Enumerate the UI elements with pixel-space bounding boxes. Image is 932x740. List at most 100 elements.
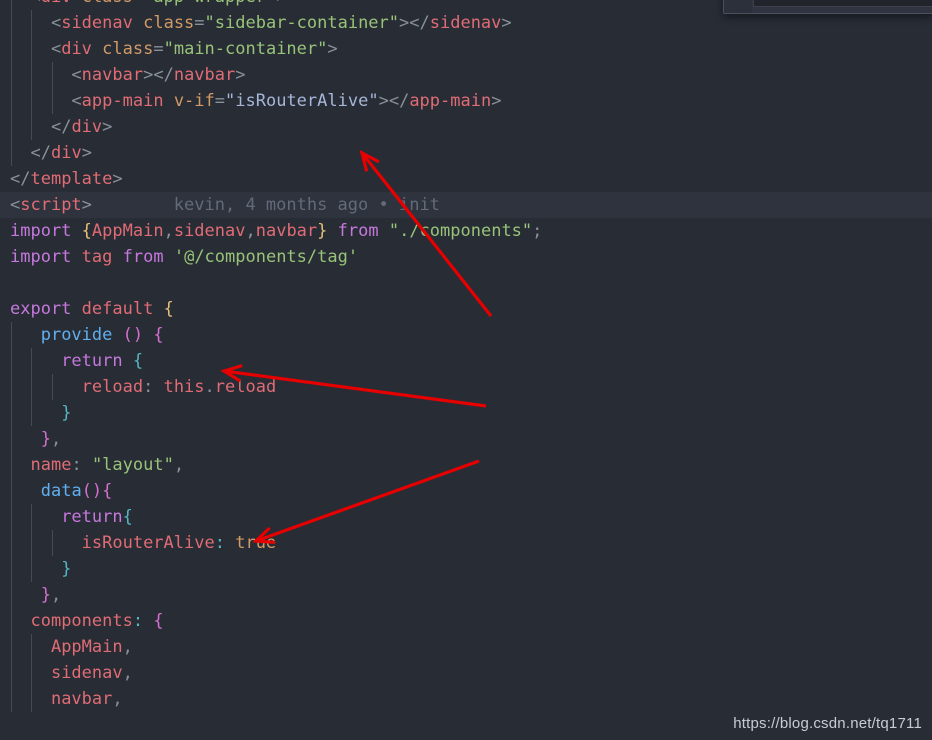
- code-token: =: [214, 91, 226, 111]
- code-token: >: [102, 117, 113, 137]
- code-line[interactable]: },: [0, 426, 932, 452]
- code-token: ": [368, 91, 379, 111]
- code-token: <: [10, 195, 21, 215]
- code-token: <: [50, 13, 62, 33]
- code-token: :: [214, 533, 225, 553]
- code-line[interactable]: },: [0, 582, 932, 608]
- code-token: export: [10, 299, 72, 319]
- indent-guide: [31, 660, 33, 686]
- code-line[interactable]: provide () {: [0, 322, 932, 348]
- code-line[interactable]: <div class="app-wrapper">: [0, 0, 932, 10]
- code-token: {: [122, 507, 133, 527]
- code-token: (): [122, 325, 144, 345]
- code-token: :: [132, 611, 144, 631]
- code-line[interactable]: import {AppMain,sidenav,navbar} from "./…: [0, 218, 932, 244]
- code-token: </: [50, 117, 72, 137]
- code-line[interactable]: AppMain,: [0, 634, 932, 660]
- code-line[interactable]: navbar,: [0, 686, 932, 712]
- code-token: components: [30, 611, 133, 631]
- code-line[interactable]: }: [0, 556, 932, 582]
- code-token: return: [61, 507, 123, 527]
- indent-guide: [11, 686, 12, 712]
- code-line[interactable]: import tag from '@/components/tag': [0, 244, 932, 270]
- code-token: div: [41, 0, 72, 7]
- code-token: {: [153, 611, 164, 631]
- code-token: }: [317, 221, 328, 241]
- code-line[interactable]: </div>: [0, 140, 932, 166]
- code-token: reload: [81, 377, 144, 397]
- code-token: >: [501, 13, 512, 33]
- indent-guide: [31, 556, 33, 582]
- code-token: ,: [122, 663, 133, 683]
- code-line[interactable]: export default {: [0, 296, 932, 322]
- indent-guide: [31, 634, 33, 660]
- code-editor-text[interactable]: <div class="app-wrapper"> < sidenav class…: [0, 0, 932, 724]
- indent-guide: [31, 10, 33, 36]
- indent-guide: [11, 348, 12, 374]
- code-line[interactable]: return{: [0, 504, 932, 530]
- code-token: sidenav: [173, 221, 246, 241]
- code-token: </: [388, 91, 410, 111]
- code-token: :: [143, 377, 154, 397]
- code-line[interactable]: data(){: [0, 478, 932, 504]
- indent-guide: [11, 62, 12, 88]
- code-line[interactable]: }: [0, 400, 932, 426]
- code-token: }: [61, 403, 72, 423]
- code-token: reload: [214, 377, 277, 397]
- indent-guide: [31, 36, 33, 62]
- indent-guide: [11, 88, 12, 114]
- code-line[interactable]: components: {: [0, 608, 932, 634]
- code-line[interactable]: return {: [0, 348, 932, 374]
- git-blame-annotation[interactable]: kevin, 4 months ago • init: [92, 195, 440, 215]
- indent-guide: [11, 608, 12, 634]
- indent-guide: [31, 88, 33, 114]
- code-token: name: [30, 455, 72, 475]
- code-line[interactable]: <div class="main-container">: [0, 36, 932, 62]
- code-token: }: [40, 429, 51, 449]
- indent-guide: [31, 348, 33, 374]
- code-token: class: [82, 0, 133, 7]
- code-line[interactable]: <navbar></navbar>: [0, 62, 932, 88]
- indent-guide: [11, 582, 12, 608]
- code-line[interactable]: isRouterAlive: true: [0, 530, 932, 556]
- code-token: >: [399, 13, 410, 33]
- indent-guide: [51, 530, 53, 556]
- code-line[interactable]: name: "layout",: [0, 452, 932, 478]
- code-line[interactable]: sidenav,: [0, 660, 932, 686]
- code-token: div: [61, 39, 92, 59]
- code-token: {: [81, 221, 92, 241]
- code-line[interactable]: [0, 270, 932, 296]
- code-line[interactable]: <script> kevin, 4 months ago • init: [0, 192, 932, 218]
- code-line[interactable]: reload: this.reload: [0, 374, 932, 400]
- code-token: '@/components/tag': [173, 247, 359, 267]
- indent-guide: [31, 374, 33, 400]
- code-line[interactable]: <sidenav class="sidebar-container"></sid…: [0, 10, 932, 36]
- indent-guide: [11, 114, 12, 140]
- code-token: ,: [173, 455, 185, 475]
- code-token: <: [30, 0, 40, 7]
- code-line[interactable]: </div>: [0, 114, 932, 140]
- code-token: ,: [50, 429, 62, 449]
- code-line[interactable]: <app-main v-if="isRouterAlive"></app-mai…: [0, 88, 932, 114]
- code-token: from: [337, 221, 379, 241]
- indent-guide: [11, 660, 12, 686]
- code-token: navbar: [255, 221, 318, 241]
- code-line[interactable]: </template>: [0, 166, 932, 192]
